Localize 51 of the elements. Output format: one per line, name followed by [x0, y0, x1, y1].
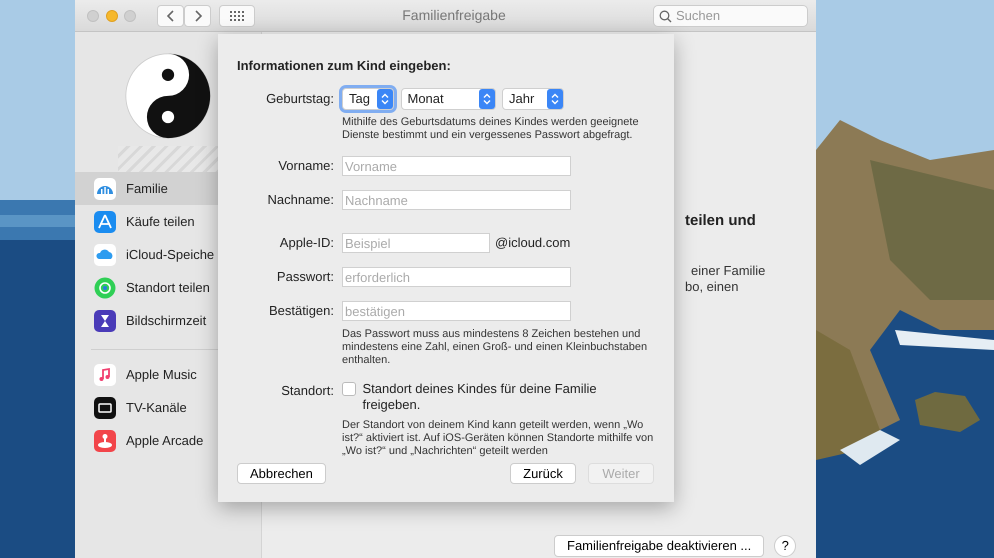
popup-button[interactable]: Tag — [342, 88, 394, 110]
popup-button[interactable]: Jahr — [502, 88, 564, 110]
hourglass-icon — [94, 310, 116, 332]
field-label: Bestätigen: — [268, 302, 334, 320]
hint-text: Mithilfe des Geburtsdatums deines Kindes werden geeignete Dienste bestimmt und ein vergessenes Passwort abgefragt. — [342, 116, 640, 142]
search-field[interactable]: Suchen — [653, 4, 808, 26]
app-store-icon — [94, 210, 116, 232]
family-icon — [94, 178, 116, 200]
grid-button[interactable] — [219, 4, 255, 26]
checkbox-label: Standort deines Kindes für deine Familie freigeben. — [362, 380, 598, 412]
field-label: Passwort: — [276, 268, 334, 286]
grid-icon — [230, 10, 244, 20]
field-label: Nachname: — [266, 191, 334, 210]
deactivate-button[interactable]: Familienfreigabe deaktivieren ... — [554, 535, 764, 557]
forward-button[interactable] — [184, 4, 211, 26]
description-text: einer Familie — [690, 262, 766, 278]
window-title: Familienfreigabe — [401, 6, 507, 25]
domain-text: @icloud.com — [495, 234, 570, 252]
minimize-button[interactable] — [106, 10, 118, 22]
close-button[interactable] — [87, 10, 99, 22]
field-label: Geburtstag: — [265, 90, 334, 108]
section-heading: teilen und — [685, 211, 756, 231]
music-note-icon — [94, 364, 116, 386]
field-label: Standort: — [280, 382, 334, 400]
description-text: bo, einen — [685, 278, 738, 294]
joystick-icon — [94, 430, 116, 452]
hint-text: Das Passwort muss aus mindestens 8 Zeichen bestehen und mindestens eine Zahl, einen Groß- und einen Kleinbuchstaben enthalten. — [342, 328, 648, 366]
cancel-button[interactable]: Abbrechen — [237, 463, 326, 484]
location-icon — [94, 276, 116, 298]
chevron-left-icon — [166, 8, 176, 22]
dialog-heading: Informationen zum Kind eingeben: — [237, 57, 452, 75]
tv-icon — [94, 396, 116, 418]
stepper-icon — [377, 88, 393, 108]
popup-button[interactable]: Monat — [400, 88, 496, 110]
text-field[interactable]: bestätigen — [342, 301, 571, 321]
field-label: Vorname: — [277, 157, 334, 176]
help-button[interactable]: ? — [774, 535, 796, 557]
text-field[interactable]: Vorname — [342, 156, 571, 176]
text-field[interactable]: erforderlich — [342, 267, 571, 287]
stepper-icon — [478, 88, 494, 108]
zoom-button[interactable] — [124, 10, 136, 22]
text-field[interactable]: Nachname — [342, 190, 571, 210]
checkbox[interactable] — [342, 382, 356, 396]
nav-button[interactable]: Zurück — [510, 463, 576, 484]
back-button[interactable] — [157, 4, 184, 26]
field-label: Apple-ID: — [278, 234, 334, 252]
text-field[interactable]: Beispiel — [342, 233, 490, 253]
chevron-right-icon — [192, 8, 202, 22]
cloud-icon — [94, 244, 116, 266]
hint-text: Der Standort von deinem Kind kann geteilt werden, wenn „Wo ist?“ aktiviert ist. Auf iOS-Geräten können Standorte mithilfe von „Wo ist?“ und „Nachrichten“ geteilt werden — [342, 419, 654, 458]
stepper-icon — [547, 88, 563, 108]
